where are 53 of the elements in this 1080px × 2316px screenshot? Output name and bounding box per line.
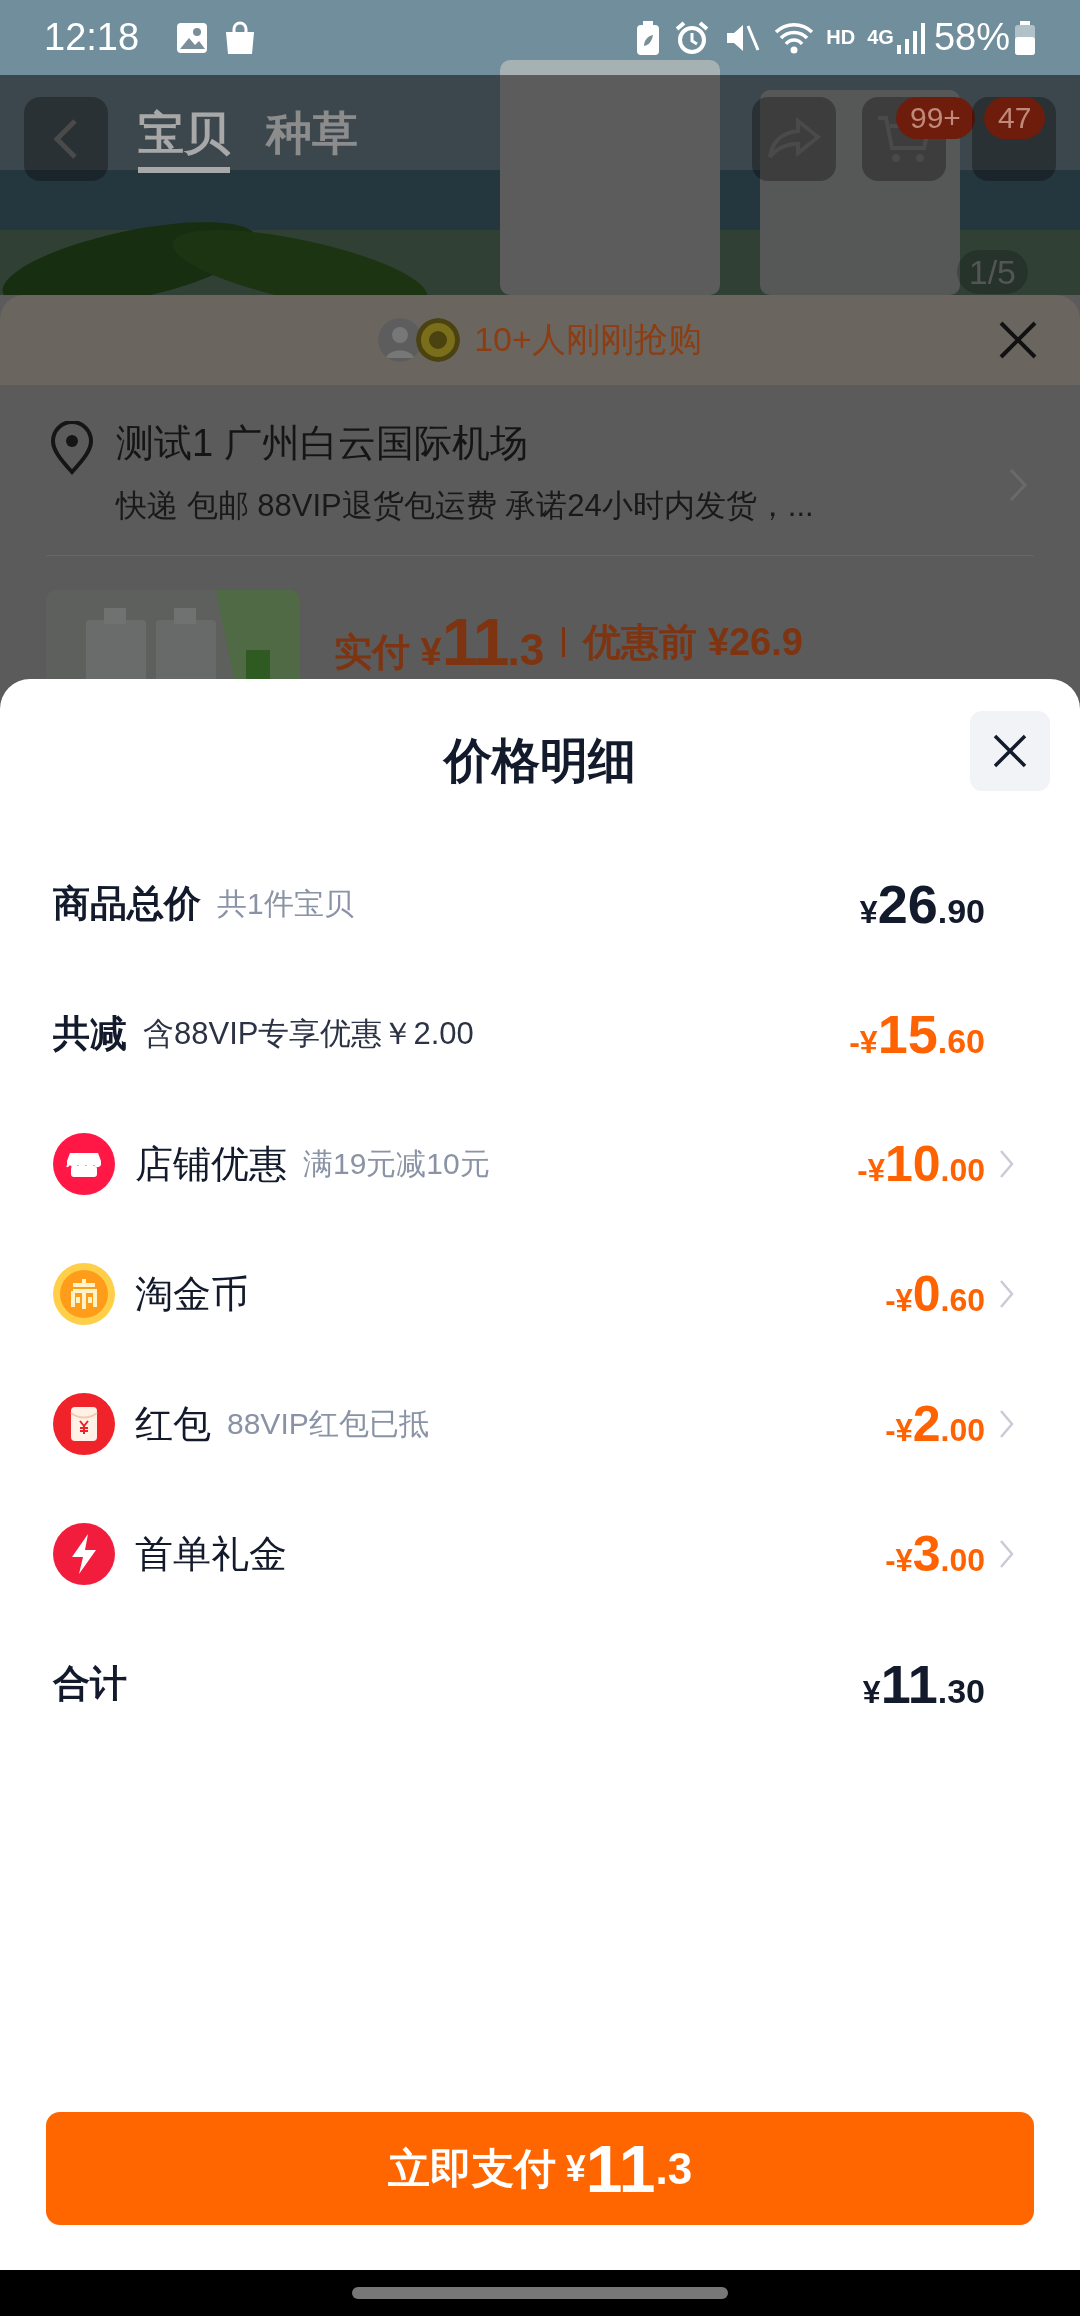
row-label: 合计 bbox=[53, 1662, 127, 1706]
row-label: 红包 bbox=[135, 1401, 211, 1447]
alarm-icon bbox=[674, 19, 711, 56]
location-pin-icon bbox=[50, 421, 94, 475]
row-note: 满19元减10元 bbox=[303, 1145, 490, 1182]
paid-price: 实付 ¥11.3 bbox=[334, 604, 545, 680]
image-icon bbox=[175, 20, 210, 55]
row-note: 含88VIP专享优惠￥2.00 bbox=[143, 1015, 474, 1053]
amount: -¥2.00 bbox=[885, 1395, 985, 1453]
row-label: 淘金币 bbox=[135, 1271, 249, 1317]
buyers-text: 10+人刚刚抢购 bbox=[474, 319, 702, 360]
battery-percent: 58% bbox=[933, 16, 1010, 59]
tab[interactable]: 宝贝 bbox=[138, 97, 230, 173]
original-price: 优惠前 ¥26.9 bbox=[583, 619, 803, 665]
discount-row[interactable]: 首单礼金 -¥3.00 bbox=[0, 1489, 1080, 1619]
chevron-right-icon bbox=[999, 1539, 1015, 1569]
chevron-right-icon bbox=[999, 1279, 1015, 1309]
discount-row[interactable]: 红包 88VIP红包已抵 -¥2.00 bbox=[0, 1359, 1080, 1489]
amount: -¥15.60 bbox=[849, 1003, 985, 1065]
envelope-icon bbox=[53, 1393, 115, 1455]
store-icon bbox=[53, 1133, 115, 1195]
row-label: 店铺优惠 bbox=[135, 1141, 287, 1187]
signal-icon bbox=[895, 20, 926, 55]
discount-row[interactable]: 淘金币 -¥0.60 bbox=[0, 1229, 1080, 1359]
chevron-right-icon bbox=[999, 1149, 1015, 1179]
cart-count-badge: 99+ bbox=[896, 97, 975, 139]
address-text: 测试1 广州白云国际机场 bbox=[116, 421, 529, 466]
row-label: 共减 bbox=[53, 1012, 127, 1056]
amount: -¥10.00 bbox=[857, 1135, 985, 1193]
amount: ¥11.30 bbox=[862, 1653, 985, 1715]
battery-saver-icon bbox=[636, 19, 661, 56]
back-button[interactable] bbox=[24, 97, 108, 181]
hd-label: HD bbox=[826, 26, 856, 49]
close-icon[interactable] bbox=[998, 320, 1038, 360]
row-label: 商品总价 bbox=[53, 882, 201, 926]
discount-row[interactable]: 店铺优惠 满19元减10元 -¥10.00 bbox=[0, 1099, 1080, 1229]
chevron-right-icon bbox=[999, 1409, 1015, 1439]
clock-time: 12:18 bbox=[44, 16, 140, 59]
row-note: 88VIP红包已抵 bbox=[227, 1405, 429, 1442]
lightning-icon bbox=[53, 1523, 115, 1585]
close-button[interactable] bbox=[970, 711, 1050, 791]
battery-icon bbox=[1014, 19, 1036, 56]
row-note: 共1件宝贝 bbox=[217, 885, 354, 922]
avatar-icon bbox=[416, 318, 461, 362]
amount: -¥3.00 bbox=[885, 1525, 985, 1583]
delivery-info: 快递 包邮 88VIP退货包运费 承诺24小时内发货，... bbox=[116, 487, 814, 525]
row-label: 首单礼金 bbox=[135, 1531, 287, 1577]
amount: -¥0.60 bbox=[885, 1265, 985, 1323]
coin-icon bbox=[53, 1263, 115, 1325]
network-label: 4G bbox=[867, 26, 894, 49]
sheet-title: 价格明细 bbox=[444, 733, 636, 789]
close-icon bbox=[992, 733, 1028, 769]
amount: ¥26.90 bbox=[859, 873, 985, 935]
